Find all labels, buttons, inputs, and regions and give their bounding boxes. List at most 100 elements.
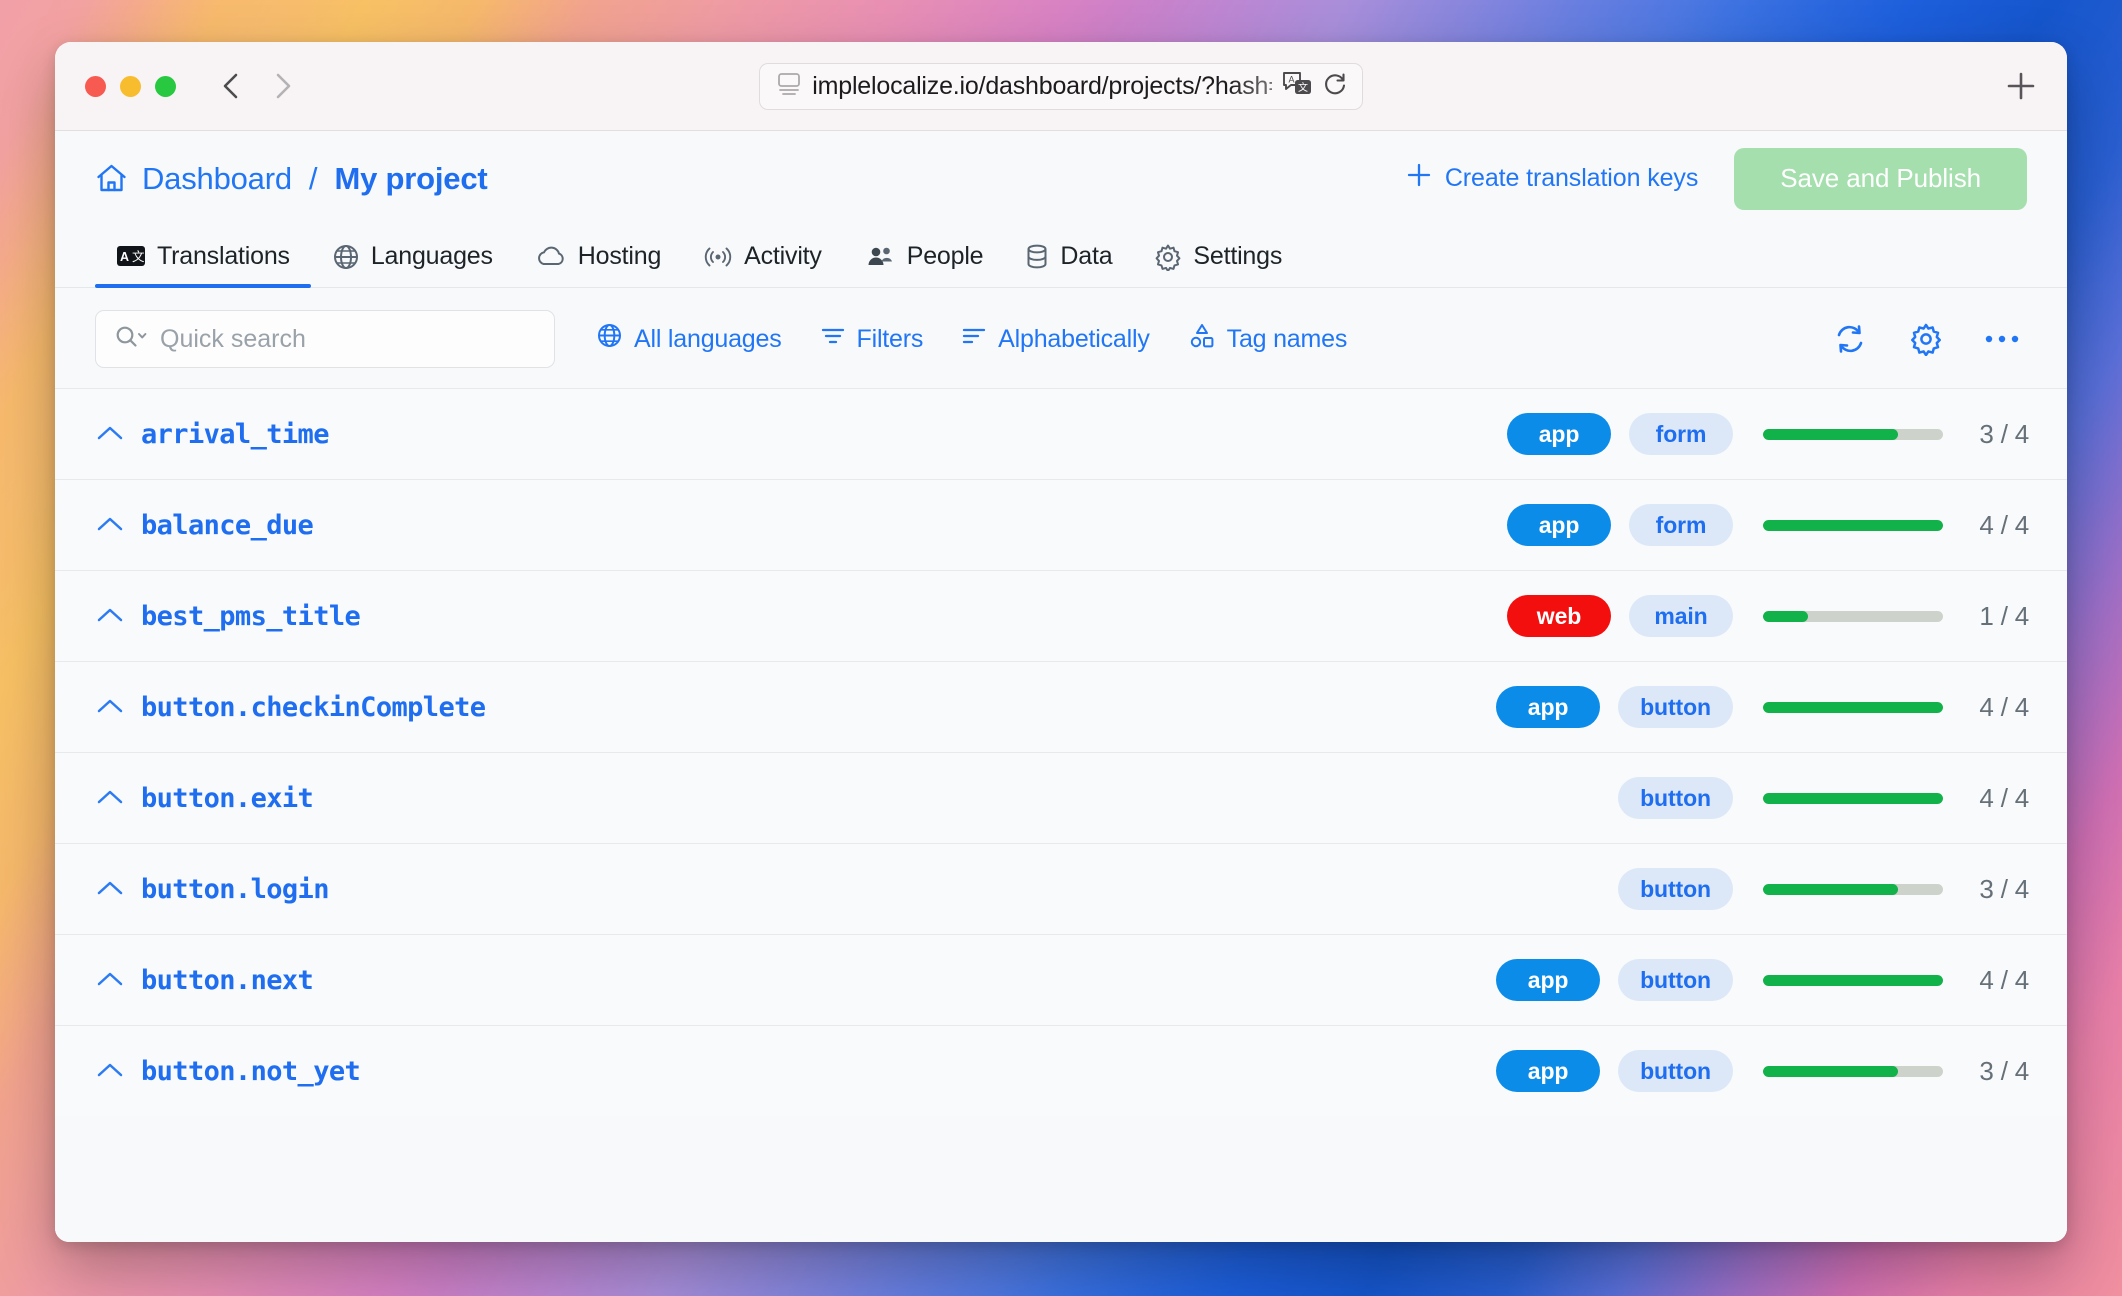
more-icon[interactable] [1983,320,2021,358]
breadcrumb-separator: / [308,160,318,196]
cloud-icon [535,244,567,270]
namespace-badge[interactable]: app [1496,959,1601,1001]
translation-key-name[interactable]: button.exit [141,783,314,814]
tab-activity[interactable]: Activity [682,226,843,287]
filter-icon [820,323,846,356]
tab-settings-label: Settings [1193,242,1283,270]
translation-key-name[interactable]: best_pms_title [141,601,361,632]
new-tab-button[interactable] [2001,66,2041,106]
tag-badge[interactable]: form [1629,413,1733,455]
chevron-up-icon[interactable] [95,879,141,899]
save-and-publish-button[interactable]: Save and Publish [1734,147,2027,210]
translation-count: 4 / 4 [1979,691,2029,722]
table-row[interactable]: button.exit button 4 / 4 [55,752,2067,843]
database-icon [1025,243,1049,271]
translation-key-name[interactable]: arrival_time [141,419,329,450]
app-tabs: A 文 Translations Languages Hosting Activ… [55,226,2067,288]
topbar-actions: Create translation keys Save and Publish [1406,147,2027,210]
chevron-up-icon[interactable] [95,788,141,808]
chevron-up-icon[interactable] [95,970,141,990]
svg-text:文: 文 [1298,81,1308,94]
tag-names-button[interactable]: Tag names [1169,322,1367,357]
translation-count: 4 / 4 [1979,509,2029,540]
table-row[interactable]: arrival_time app form 3 / 4 [55,388,2067,479]
reader-view-icon[interactable] [776,72,802,101]
home-icon[interactable] [95,162,128,195]
close-window-button[interactable] [85,75,106,97]
table-row[interactable]: button.not_yet app button 3 / 4 [55,1025,2067,1116]
tab-languages[interactable]: Languages [311,226,514,287]
row-badges: web main [1403,595,1733,637]
search-icon [114,323,148,356]
back-button[interactable] [214,69,248,103]
tag-names-label: Tag names [1226,324,1348,353]
translate-page-icon[interactable]: A 文 [1282,70,1314,103]
translation-key-name[interactable]: button.next [141,965,314,996]
filters-button[interactable]: Filters [801,323,943,356]
tag-badge[interactable]: button [1618,1050,1733,1092]
broadcast-icon [703,244,733,270]
tab-translations[interactable]: A 文 Translations [95,226,311,288]
create-translation-keys-button[interactable]: Create translation keys [1406,162,1698,195]
row-badges: app button [1403,959,1733,1001]
refresh-icon[interactable] [1831,320,1869,358]
tab-data[interactable]: Data [1004,226,1133,287]
translation-count: 3 / 4 [1979,418,2029,449]
all-languages-label: All languages [634,324,782,353]
maximize-window-button[interactable] [155,75,176,97]
namespace-badge[interactable]: app [1496,686,1601,728]
breadcrumb-dashboard[interactable]: Dashboard [142,161,292,197]
chevron-up-icon[interactable] [95,424,141,444]
table-row[interactable]: button.checkinComplete app button 4 / 4 [55,661,2067,752]
forward-button[interactable] [266,69,300,103]
address-bar-text: simplelocalize.io/dashboard/projects/?ha… [812,71,1272,100]
tag-badge[interactable]: button [1618,777,1733,819]
namespace-badge[interactable]: app [1496,1050,1601,1092]
translation-key-name[interactable]: button.checkinComplete [141,692,486,723]
tag-badge[interactable]: main [1629,595,1733,637]
table-row[interactable]: best_pms_title web main 1 / 4 [55,570,2067,661]
namespace-badge[interactable]: app [1507,504,1611,546]
table-row[interactable]: button.login button 3 / 4 [55,843,2067,934]
table-row[interactable]: button.next app button 4 / 4 [55,934,2067,1025]
minimize-window-button[interactable] [120,75,141,97]
breadcrumb-project[interactable]: My project [334,161,487,197]
tab-people[interactable]: People [843,226,1005,287]
browser-titlebar: simplelocalize.io/dashboard/projects/?ha… [55,42,2067,131]
tab-settings[interactable]: Settings [1133,226,1303,287]
people-icon [864,244,896,270]
table-row[interactable]: balance_due app form 4 / 4 [55,479,2067,570]
tag-badge[interactable]: form [1629,504,1733,546]
chevron-up-icon[interactable] [95,515,141,535]
translation-count: 4 / 4 [1979,964,2029,995]
svg-text:文: 文 [132,249,145,264]
tab-data-label: Data [1060,242,1113,270]
globe-icon [332,243,360,271]
chevron-up-icon[interactable] [95,1061,141,1081]
filters-label: Filters [856,324,924,353]
tag-badge[interactable]: button [1618,686,1733,728]
tab-hosting[interactable]: Hosting [514,226,682,287]
all-languages-button[interactable]: All languages [577,322,801,356]
translation-progress-bar [1763,792,1943,804]
address-bar-container: simplelocalize.io/dashboard/projects/?ha… [759,62,1363,110]
tag-badge[interactable]: button [1618,959,1733,1001]
svg-text:A: A [1289,74,1295,84]
quick-search-box[interactable] [95,310,555,368]
translation-key-name[interactable]: button.login [141,874,329,905]
address-bar[interactable]: simplelocalize.io/dashboard/projects/?ha… [759,62,1363,110]
namespace-badge[interactable]: app [1507,413,1611,455]
tag-badge[interactable]: button [1618,868,1733,910]
search-input[interactable] [160,324,536,354]
navigation-buttons [214,69,300,103]
traffic-lights [85,75,176,97]
chevron-up-icon[interactable] [95,606,141,626]
sort-button[interactable]: Alphabetically [942,323,1168,356]
translation-key-name[interactable]: button.not_yet [141,1056,361,1087]
tab-activity-label: Activity [744,242,822,270]
translation-key-name[interactable]: balance_due [141,510,314,541]
namespace-badge[interactable]: web [1507,595,1611,637]
reload-icon[interactable] [1322,71,1348,102]
chevron-up-icon[interactable] [95,697,141,717]
gear-icon[interactable] [1907,320,1945,358]
